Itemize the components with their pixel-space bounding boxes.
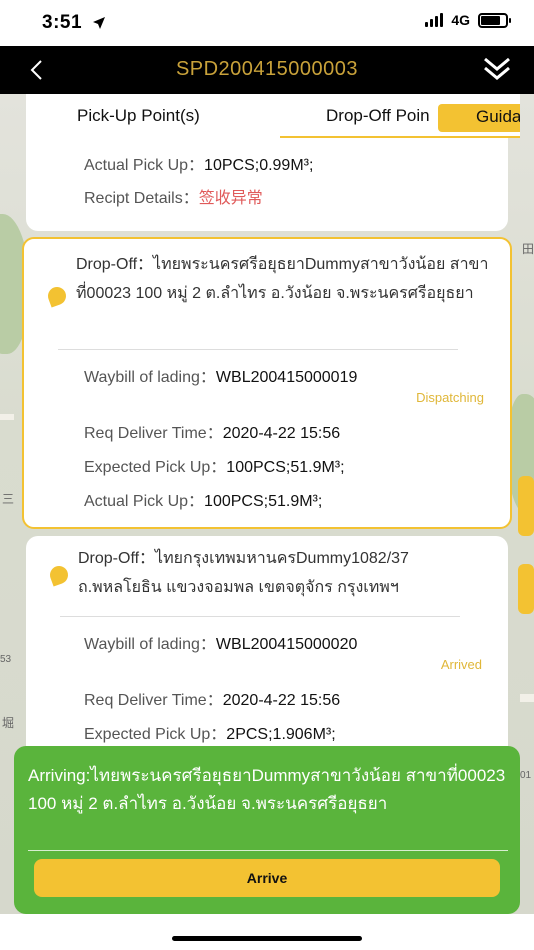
expected-pickup-row: Expected Pick Up：2PCS;1.906M³; (84, 720, 336, 744)
status-indicators: 4G (425, 12, 511, 28)
divider (28, 850, 508, 851)
waybill-number: WBL200415000019 (215, 369, 358, 386)
pickup-summary-card[interactable]: Actual Pick Up：10PCS;0.99M³; Recipt Deta… (26, 138, 508, 231)
home-indicator[interactable] (172, 936, 362, 941)
expected-pickup-label: Expected Pick Up： (84, 459, 227, 476)
page-title: SPD200415000003 (175, 58, 359, 80)
req-deliver-value: 2020-4-22 15:56 (222, 425, 341, 442)
waybill-row: Waybill of lading：WBL200415000019 (84, 363, 357, 387)
map-label: 堀 (2, 716, 15, 730)
drop-off-address: Drop-Off：ไทยกรุงเทพมหานครDummy1082/37 ถ.… (78, 550, 409, 596)
arriving-address: Arriving:ไทยพระนครศรีอยุธยาDummyสาขาวังน… (28, 766, 506, 813)
tab-drop-off-points[interactable]: Drop-Off Poin (326, 106, 430, 126)
req-deliver-row: Req Deliver Time：2020-4-22 15:56 (84, 419, 340, 443)
nav-bar: SPD200415000003 (0, 46, 534, 94)
arrive-button[interactable]: Arrive (34, 859, 500, 897)
map-road (0, 414, 14, 420)
divider (60, 616, 460, 617)
map-road (520, 694, 534, 702)
map-highlight (518, 564, 534, 614)
home-area (0, 914, 534, 950)
waybill-number: WBL200415000020 (215, 636, 358, 653)
actual-pickup-row: Actual Pick Up：100PCS;51.9M³; (84, 487, 322, 511)
double-chevron-down-icon[interactable] (482, 54, 512, 84)
receipt-details-row: Recipt Details：签收异常 (84, 184, 263, 208)
actual-pickup-label: Actual Pick Up： (84, 157, 205, 174)
req-deliver-label: Req Deliver Time： (84, 692, 223, 709)
expected-pickup-value: 100PCS;51.9M³; (226, 459, 345, 476)
arriving-panel: Arriving:ไทยพระนครศรีอยุธยาDummyสาขาวังน… (14, 746, 520, 914)
guidance-button[interactable]: Guidar (438, 104, 520, 132)
divider (58, 349, 458, 350)
actual-pickup-row: Actual Pick Up：10PCS;0.99M³; (84, 151, 313, 175)
map-label: 53 (0, 654, 12, 665)
receipt-details-label: Recipt Details： (84, 190, 199, 207)
receipt-details-value: 签收异常 (198, 190, 263, 207)
drop-off-card-selected[interactable]: Drop-Off：ไทยพระนครศรีอยุธยาDummyสาขาวังน… (22, 237, 512, 529)
map-label: 三 (2, 492, 15, 506)
battery-icon (478, 12, 511, 28)
signal-icon (425, 13, 444, 27)
req-deliver-row: Req Deliver Time：2020-4-22 15:56 (84, 686, 340, 710)
req-deliver-label: Req Deliver Time： (84, 425, 223, 442)
waybill-label: Waybill of lading： (84, 369, 216, 386)
req-deliver-value: 2020-4-22 15:56 (222, 692, 341, 709)
actual-pickup-value: 100PCS;51.9M³; (204, 493, 323, 510)
expected-pickup-row: Expected Pick Up：100PCS;51.9M³; (84, 453, 345, 477)
status-badge: Arrived (440, 657, 482, 672)
map-highlight (518, 476, 534, 536)
location-pin-icon (47, 563, 71, 587)
tab-pick-up-points[interactable]: Pick-Up Point(s) (77, 106, 200, 126)
waybill-row: Waybill of lading：WBL200415000020 (84, 630, 357, 654)
drop-off-address: Drop-Off：ไทยพระนครศรีอยุธยาDummyสาขาวังน… (76, 256, 489, 302)
network-type: 4G (451, 12, 470, 28)
status-time: 3:51 (42, 12, 83, 33)
expected-pickup-value: 2PCS;1.906M³; (226, 726, 336, 743)
expected-pickup-label: Expected Pick Up： (84, 726, 227, 743)
actual-pickup-label: Actual Pick Up： (84, 493, 205, 510)
map-label: 田 (522, 242, 534, 256)
location-pin-icon (45, 284, 69, 308)
waybill-label: Waybill of lading： (84, 636, 216, 653)
actual-pickup-value: 10PCS;0.99M³; (204, 157, 314, 174)
map-label: 01 (520, 770, 532, 781)
location-arrow-icon (93, 17, 105, 29)
status-badge: Dispatching (416, 390, 484, 405)
status-bar: 3:51 4G (0, 0, 534, 46)
